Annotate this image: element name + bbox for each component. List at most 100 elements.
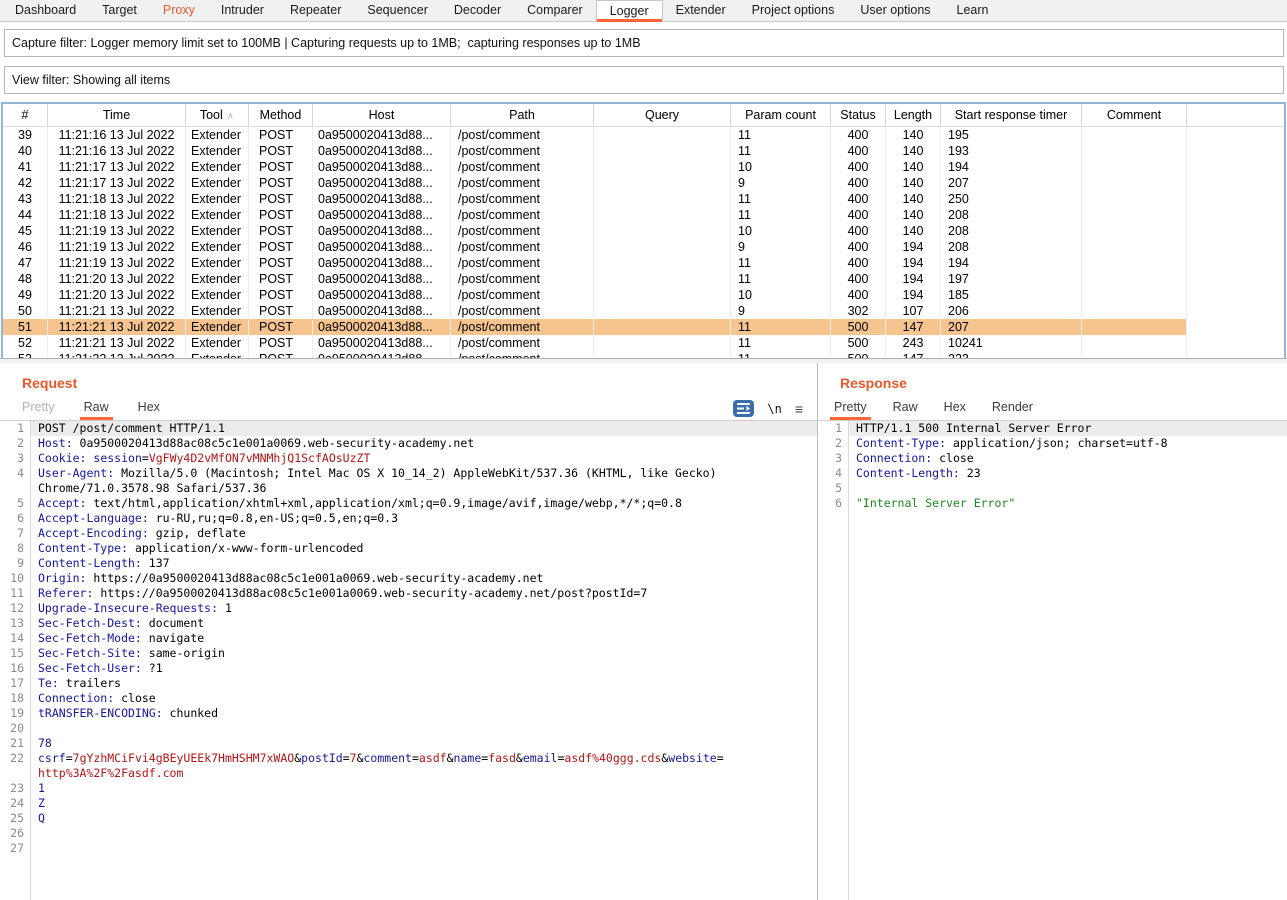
- menu-item-comparer[interactable]: Comparer: [514, 0, 596, 21]
- table-row[interactable]: 4911:21:20 13 Jul 2022ExtenderPOST0a9500…: [3, 287, 1284, 303]
- column-header-param-count[interactable]: Param count: [731, 104, 831, 126]
- column-header-path[interactable]: Path: [451, 104, 594, 126]
- table-row[interactable]: 4311:21:18 13 Jul 2022ExtenderPOST0a9500…: [3, 191, 1284, 207]
- menu-item-project-options[interactable]: Project options: [739, 0, 848, 21]
- column-header-comment[interactable]: Comment: [1082, 104, 1187, 126]
- menu-item-target[interactable]: Target: [89, 0, 150, 21]
- cell: 11:21:20 13 Jul 2022: [48, 271, 186, 287]
- request-tab-hex[interactable]: Hex: [138, 400, 160, 420]
- cell: [1187, 143, 1286, 159]
- table-row[interactable]: 4411:21:18 13 Jul 2022ExtenderPOST0a9500…: [3, 207, 1284, 223]
- request-editor[interactable]: 1POST /post/comment HTTP/1.12Host: 0a950…: [0, 421, 817, 900]
- response-tab-render[interactable]: Render: [992, 400, 1033, 420]
- table-row[interactable]: 4711:21:19 13 Jul 2022ExtenderPOST0a9500…: [3, 255, 1284, 271]
- column-header-time[interactable]: Time: [48, 104, 186, 126]
- menu-item-dashboard[interactable]: Dashboard: [2, 0, 89, 21]
- code-line: 4User-Agent: Mozilla/5.0 (Macintosh; Int…: [0, 466, 817, 481]
- request-editor-icons: \n ≡: [733, 400, 803, 417]
- logger-table[interactable]: #TimeTool∧MethodHostPathQueryParam count…: [1, 102, 1286, 362]
- cell: 10: [731, 287, 831, 303]
- cell: 0a9500020413d88...: [313, 255, 451, 271]
- table-row[interactable]: 4111:21:17 13 Jul 2022ExtenderPOST0a9500…: [3, 159, 1284, 175]
- line-number: 24: [0, 796, 31, 811]
- line-number: 22: [0, 751, 31, 766]
- cell: 500: [831, 335, 886, 351]
- cell: 9: [731, 239, 831, 255]
- menu-item-proxy[interactable]: Proxy: [150, 0, 208, 21]
- cell: POST: [249, 175, 313, 191]
- cell: /post/comment: [451, 127, 594, 143]
- cell: Extender: [186, 255, 249, 271]
- column-header-query[interactable]: Query: [594, 104, 731, 126]
- code-line: 25Q: [0, 811, 817, 826]
- cell: 194: [941, 159, 1082, 175]
- view-filter-bar[interactable]: View filter: Showing all items: [4, 66, 1284, 94]
- column-header-tool[interactable]: Tool∧: [186, 104, 249, 126]
- editor-menu-icon[interactable]: ≡: [795, 402, 803, 416]
- cell: 11:21:18 13 Jul 2022: [48, 191, 186, 207]
- column-header-start-response-timer[interactable]: Start response timer: [941, 104, 1082, 126]
- line-number: 1: [818, 421, 849, 436]
- cell: [1082, 319, 1187, 335]
- cell: 400: [831, 207, 886, 223]
- request-tab-raw[interactable]: Raw: [84, 400, 109, 420]
- line-number: [0, 481, 31, 496]
- code-line: 27: [0, 841, 817, 856]
- cell: 51: [3, 319, 48, 335]
- table-row[interactable]: 4011:21:16 13 Jul 2022ExtenderPOST0a9500…: [3, 143, 1284, 159]
- column-header-host[interactable]: Host: [313, 104, 451, 126]
- cell: 500: [831, 319, 886, 335]
- table-row[interactable]: 5011:21:21 13 Jul 2022ExtenderPOST0a9500…: [3, 303, 1284, 319]
- line-number: 27: [0, 841, 31, 856]
- cell: /post/comment: [451, 175, 594, 191]
- table-row[interactable]: 3911:21:16 13 Jul 2022ExtenderPOST0a9500…: [3, 127, 1284, 143]
- table-row[interactable]: 5111:21:21 13 Jul 2022ExtenderPOST0a9500…: [3, 319, 1284, 335]
- cell: 50: [3, 303, 48, 319]
- column-header-status[interactable]: Status: [831, 104, 886, 126]
- response-tab-raw[interactable]: Raw: [893, 400, 918, 420]
- table-row[interactable]: 4811:21:20 13 Jul 2022ExtenderPOST0a9500…: [3, 271, 1284, 287]
- line-number: 5: [818, 481, 849, 496]
- code-line: 231: [0, 781, 817, 796]
- code-line: 17Te: trailers: [0, 676, 817, 691]
- menu-item-user-options[interactable]: User options: [847, 0, 943, 21]
- newline-toggle-icon[interactable]: \n: [767, 402, 781, 416]
- cell: 11: [731, 143, 831, 159]
- message-editors: Request PrettyRawHex \n ≡ 1POST /post/co…: [0, 363, 1287, 900]
- cell: 206: [941, 303, 1082, 319]
- response-tab-pretty[interactable]: Pretty: [834, 400, 867, 420]
- menu-item-learn[interactable]: Learn: [944, 0, 1002, 21]
- code-line: 14Sec-Fetch-Mode: navigate: [0, 631, 817, 646]
- cell: 400: [831, 239, 886, 255]
- line-number: 6: [818, 496, 849, 511]
- column-header-method[interactable]: Method: [249, 104, 313, 126]
- cell: 0a9500020413d88...: [313, 175, 451, 191]
- capture-filter-bar[interactable]: Capture filter: Logger memory limit set …: [4, 29, 1284, 57]
- prettify-toggle-icon[interactable]: [733, 400, 754, 417]
- cell: [594, 159, 731, 175]
- menu-item-decoder[interactable]: Decoder: [441, 0, 514, 21]
- cell: 207: [941, 175, 1082, 191]
- table-row[interactable]: 4611:21:19 13 Jul 2022ExtenderPOST0a9500…: [3, 239, 1284, 255]
- column-header-blank[interactable]: #: [3, 104, 48, 126]
- line-number: 23: [0, 781, 31, 796]
- column-header-length[interactable]: Length: [886, 104, 941, 126]
- cell: POST: [249, 159, 313, 175]
- menu-item-logger[interactable]: Logger: [596, 0, 663, 22]
- response-tab-hex[interactable]: Hex: [944, 400, 966, 420]
- cell: 0a9500020413d88...: [313, 303, 451, 319]
- cell: /post/comment: [451, 271, 594, 287]
- menu-item-extender[interactable]: Extender: [663, 0, 739, 21]
- menu-item-sequencer[interactable]: Sequencer: [354, 0, 440, 21]
- table-row[interactable]: 4511:21:19 13 Jul 2022ExtenderPOST0a9500…: [3, 223, 1284, 239]
- menu-item-intruder[interactable]: Intruder: [208, 0, 277, 21]
- cell: 0a9500020413d88...: [313, 207, 451, 223]
- request-tab-pretty[interactable]: Pretty: [22, 400, 55, 420]
- table-row[interactable]: 5211:21:21 13 Jul 2022ExtenderPOST0a9500…: [3, 335, 1284, 351]
- column-header-spacer[interactable]: [1187, 104, 1286, 126]
- menu-item-repeater[interactable]: Repeater: [277, 0, 354, 21]
- cell: POST: [249, 271, 313, 287]
- response-editor[interactable]: 1HTTP/1.1 500 Internal Server Error2Cont…: [818, 421, 1287, 900]
- request-tab-row: Pretty Raw Hex: [0, 399, 817, 421]
- table-row[interactable]: 4211:21:17 13 Jul 2022ExtenderPOST0a9500…: [3, 175, 1284, 191]
